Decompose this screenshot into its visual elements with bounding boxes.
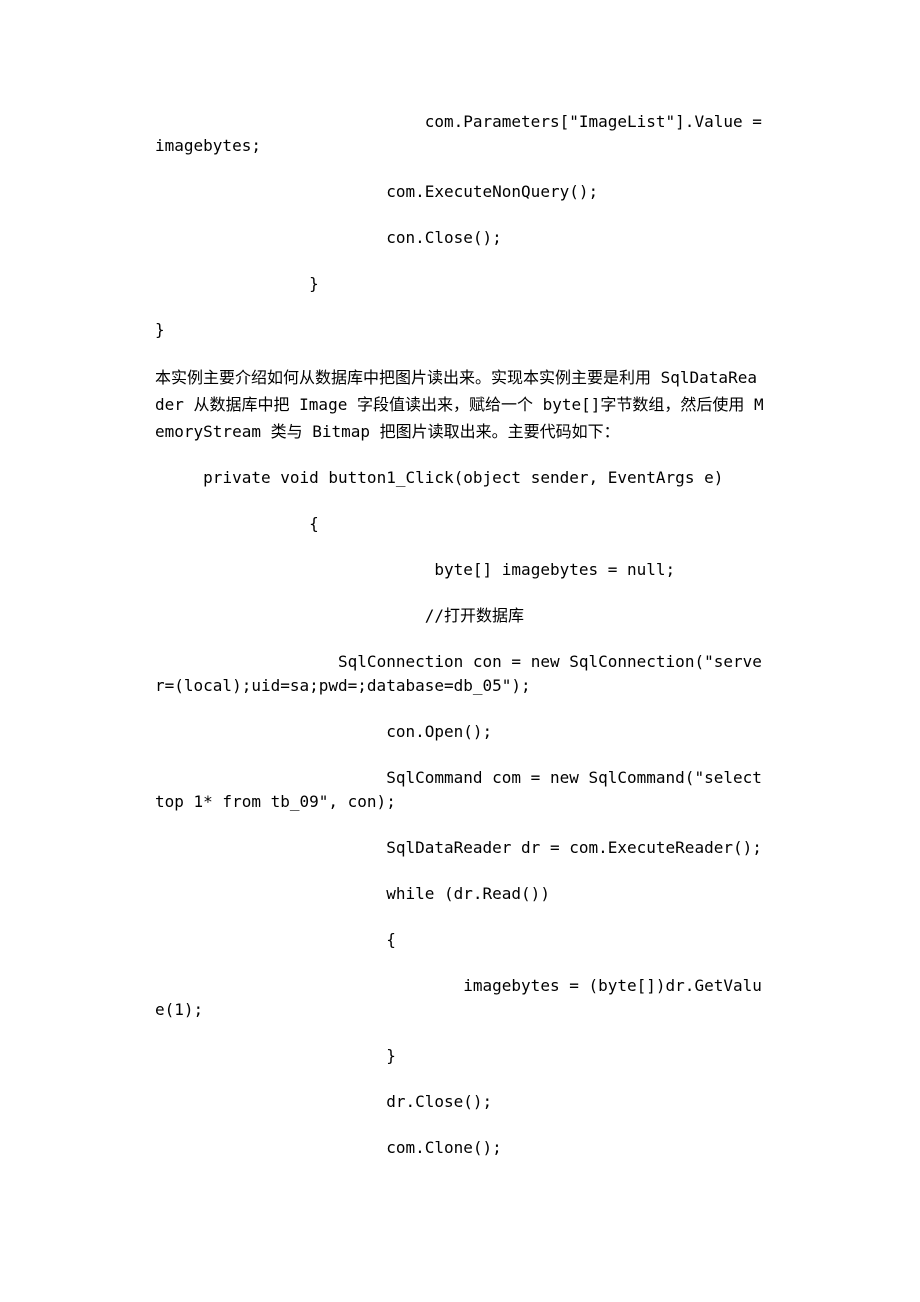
code-line: while (dr.Read())	[155, 882, 765, 906]
code-line: }	[155, 1044, 765, 1068]
code-line: com.Clone();	[155, 1136, 765, 1160]
code-line: }	[155, 272, 765, 296]
code-line: {	[155, 928, 765, 952]
code-line: {	[155, 512, 765, 536]
document-body: com.Parameters["ImageList"].Value = imag…	[155, 110, 765, 1160]
code-line: imagebytes = (byte[])dr.GetValue(1);	[155, 974, 765, 1022]
code-line: }	[155, 318, 765, 342]
code-line: com.Parameters["ImageList"].Value = imag…	[155, 110, 765, 158]
code-line: SqlCommand com = new SqlCommand("select …	[155, 766, 765, 814]
code-line: 本实例主要介绍如何从数据库中把图片读出来。实现本实例主要是利用 SqlDataR…	[155, 364, 765, 446]
code-line: com.ExecuteNonQuery();	[155, 180, 765, 204]
code-line: SqlConnection con = new SqlConnection("s…	[155, 650, 765, 698]
code-line: dr.Close();	[155, 1090, 765, 1114]
code-line: //打开数据库	[155, 604, 765, 628]
code-line: con.Close();	[155, 226, 765, 250]
code-line: con.Open();	[155, 720, 765, 744]
code-line: SqlDataReader dr = com.ExecuteReader();	[155, 836, 765, 860]
code-line: private void button1_Click(object sender…	[155, 466, 765, 490]
code-line: byte[] imagebytes = null;	[155, 558, 765, 582]
